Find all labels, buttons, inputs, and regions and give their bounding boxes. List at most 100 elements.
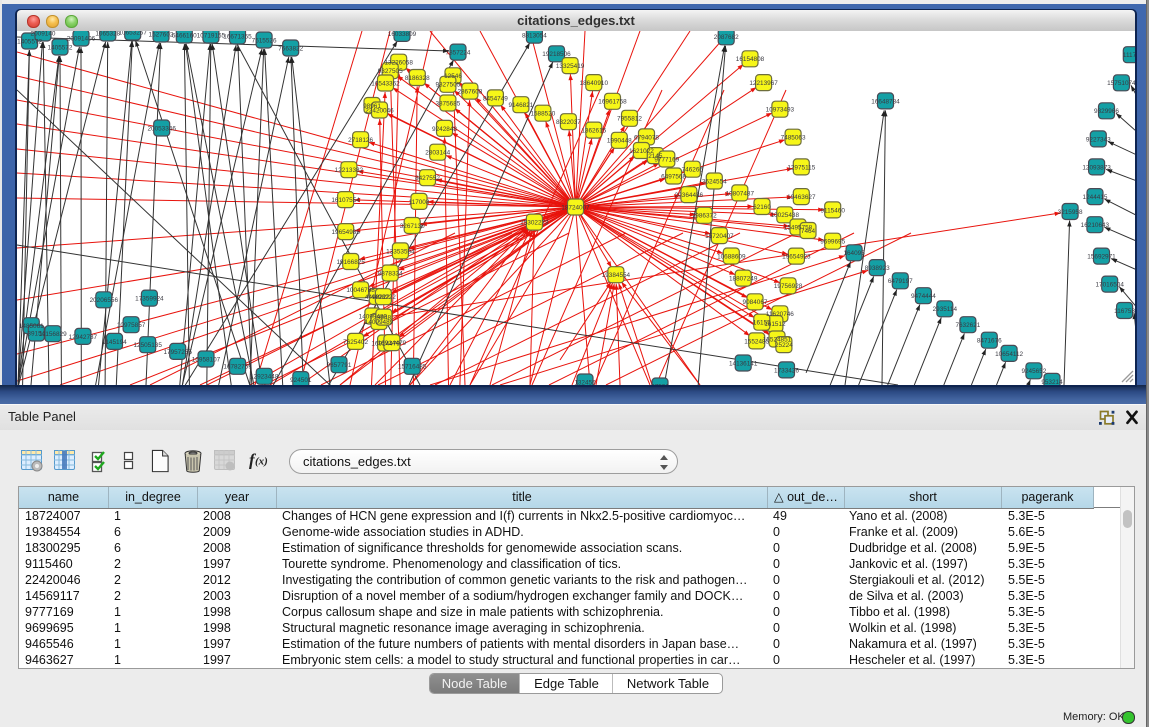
svg-text:16961758: 16961758 (598, 99, 627, 106)
svg-text:9242848: 9242848 (432, 126, 457, 133)
svg-text:9227343: 9227343 (1086, 136, 1111, 143)
svg-text:17957255: 17957255 (163, 349, 192, 356)
svg-text:16033809: 16033809 (388, 31, 417, 38)
svg-text:117008: 117008 (409, 199, 430, 206)
svg-text:8322037: 8322037 (556, 119, 581, 126)
svg-text:8813054: 8813054 (522, 33, 547, 40)
svg-text:1244415: 1244415 (1083, 194, 1108, 201)
svg-text:13353594: 13353594 (386, 248, 415, 255)
svg-text:97531: 97531 (651, 383, 669, 385)
svg-text:2009140: 2009140 (31, 31, 56, 37)
svg-text:6466160: 6466160 (172, 32, 197, 39)
svg-text:20364436: 20364436 (675, 192, 704, 199)
svg-text:16671355: 16671355 (223, 33, 252, 40)
svg-text:16155: 16155 (753, 320, 771, 327)
svg-text:1485061: 1485061 (19, 323, 44, 330)
svg-text:132456: 132456 (574, 379, 596, 385)
svg-text:14136141: 14136141 (729, 360, 758, 367)
svg-text:18724007: 18724007 (561, 204, 590, 211)
svg-text:12505135: 12505135 (133, 342, 162, 349)
svg-text:25302273: 25302273 (520, 220, 549, 227)
svg-text:9777169: 9777169 (654, 156, 679, 163)
svg-text:10654112: 10654112 (995, 351, 1023, 358)
svg-text:8878334: 8878334 (378, 270, 403, 277)
svg-text:9115460: 9115460 (820, 207, 845, 214)
svg-text:7515526: 7515526 (252, 37, 277, 44)
svg-text:7632621: 7632621 (955, 322, 980, 329)
svg-text:8427552: 8427552 (415, 175, 440, 182)
svg-text:3624554: 3624554 (702, 178, 727, 185)
svg-text:22420046: 22420046 (365, 107, 394, 114)
svg-text:1405572: 1405572 (17, 38, 42, 45)
svg-text:20091406: 20091406 (67, 35, 96, 42)
svg-text:8938923: 8938923 (865, 265, 890, 272)
svg-text:16543362: 16543362 (371, 80, 400, 87)
svg-text:18807249: 18807249 (729, 276, 758, 283)
svg-text:16210643: 16210643 (1081, 222, 1110, 229)
svg-text:19384554: 19384554 (602, 272, 631, 279)
svg-text:16782759: 16782759 (223, 364, 252, 371)
svg-text:19166825: 19166825 (336, 259, 365, 266)
svg-text:7986372: 7986372 (692, 213, 717, 220)
svg-text:19654923: 19654923 (782, 254, 811, 261)
svg-text:10973493: 10973493 (766, 107, 795, 114)
svg-text:10975857: 10975857 (117, 322, 146, 329)
svg-text:10719155: 10719155 (197, 32, 226, 39)
svg-text:12546: 12546 (444, 73, 462, 80)
svg-text:17359924: 17359924 (135, 296, 164, 303)
svg-text:1362615: 1362615 (581, 128, 606, 135)
svg-text:1588520: 1588520 (530, 111, 555, 118)
svg-text:8471676: 8471676 (977, 338, 1002, 345)
svg-text:11620746: 11620746 (766, 311, 794, 318)
svg-text:3267130: 3267130 (400, 223, 425, 230)
svg-text:2935114: 2935114 (933, 306, 958, 313)
svg-text:8186328: 8186328 (405, 75, 430, 82)
svg-text:9329966: 9329966 (1094, 108, 1119, 115)
svg-text:10688609: 10688609 (717, 253, 746, 260)
svg-text:12213382: 12213382 (335, 167, 364, 174)
svg-text:2718126: 2718126 (348, 137, 373, 144)
svg-text:7464: 7464 (801, 228, 816, 235)
svg-text:12213967: 12213967 (749, 80, 778, 87)
svg-text:9474444: 9474444 (911, 293, 936, 300)
svg-text:1405572: 1405572 (48, 44, 73, 51)
svg-text:7955812: 7955812 (617, 116, 642, 123)
svg-text:9327505: 9327505 (378, 68, 403, 75)
svg-text:2803144: 2803144 (425, 150, 450, 157)
svg-text:9245652: 9245652 (1021, 368, 1046, 375)
svg-text:19463627: 19463627 (787, 194, 816, 201)
svg-text:164095: 164095 (843, 250, 865, 257)
svg-text:(x): (x) (255, 456, 268, 468)
svg-text:17016504: 17016504 (1095, 282, 1124, 289)
svg-text:4498222: 4498222 (371, 294, 396, 301)
svg-text:19756928: 19756928 (774, 283, 803, 290)
svg-text:9699695: 9699695 (820, 239, 845, 246)
svg-text:20053346: 20053346 (147, 125, 176, 132)
svg-text:1527602: 1527602 (149, 31, 174, 38)
svg-text:2087682: 2087682 (714, 34, 739, 41)
svg-text:15692971: 15692971 (1087, 254, 1116, 261)
svg-text:25224: 25224 (775, 342, 793, 349)
svg-text:924501: 924501 (290, 377, 312, 384)
svg-text:9948: 9948 (377, 315, 392, 322)
svg-text:10653267: 10653267 (118, 31, 147, 36)
svg-text:13226058: 13226058 (384, 60, 413, 67)
svg-text:11156829: 11156829 (39, 331, 67, 338)
svg-text:12093873: 12093873 (1082, 164, 1111, 171)
svg-text:6794078: 6794078 (634, 134, 659, 141)
svg-text:3215958: 3215958 (1058, 209, 1083, 216)
svg-text:1065328: 1065328 (95, 31, 120, 37)
svg-text:15716485: 15716485 (398, 364, 427, 371)
svg-text:7857224: 7857224 (446, 50, 471, 57)
svg-text:3875685: 3875685 (435, 100, 460, 107)
svg-text:10025438: 10025438 (771, 212, 800, 219)
svg-text:7663822: 7663822 (278, 45, 303, 52)
svg-text:6479197: 6479197 (888, 278, 913, 285)
svg-text:11173: 11173 (1123, 52, 1135, 59)
svg-text:18640910: 18640910 (580, 80, 609, 87)
svg-text:16648784: 16648784 (871, 98, 900, 105)
svg-text:6497568: 6497568 (661, 173, 686, 180)
svg-text:116753: 116753 (1114, 308, 1135, 315)
svg-text:62160: 62160 (753, 204, 771, 211)
svg-text:8454749: 8454749 (483, 95, 508, 102)
